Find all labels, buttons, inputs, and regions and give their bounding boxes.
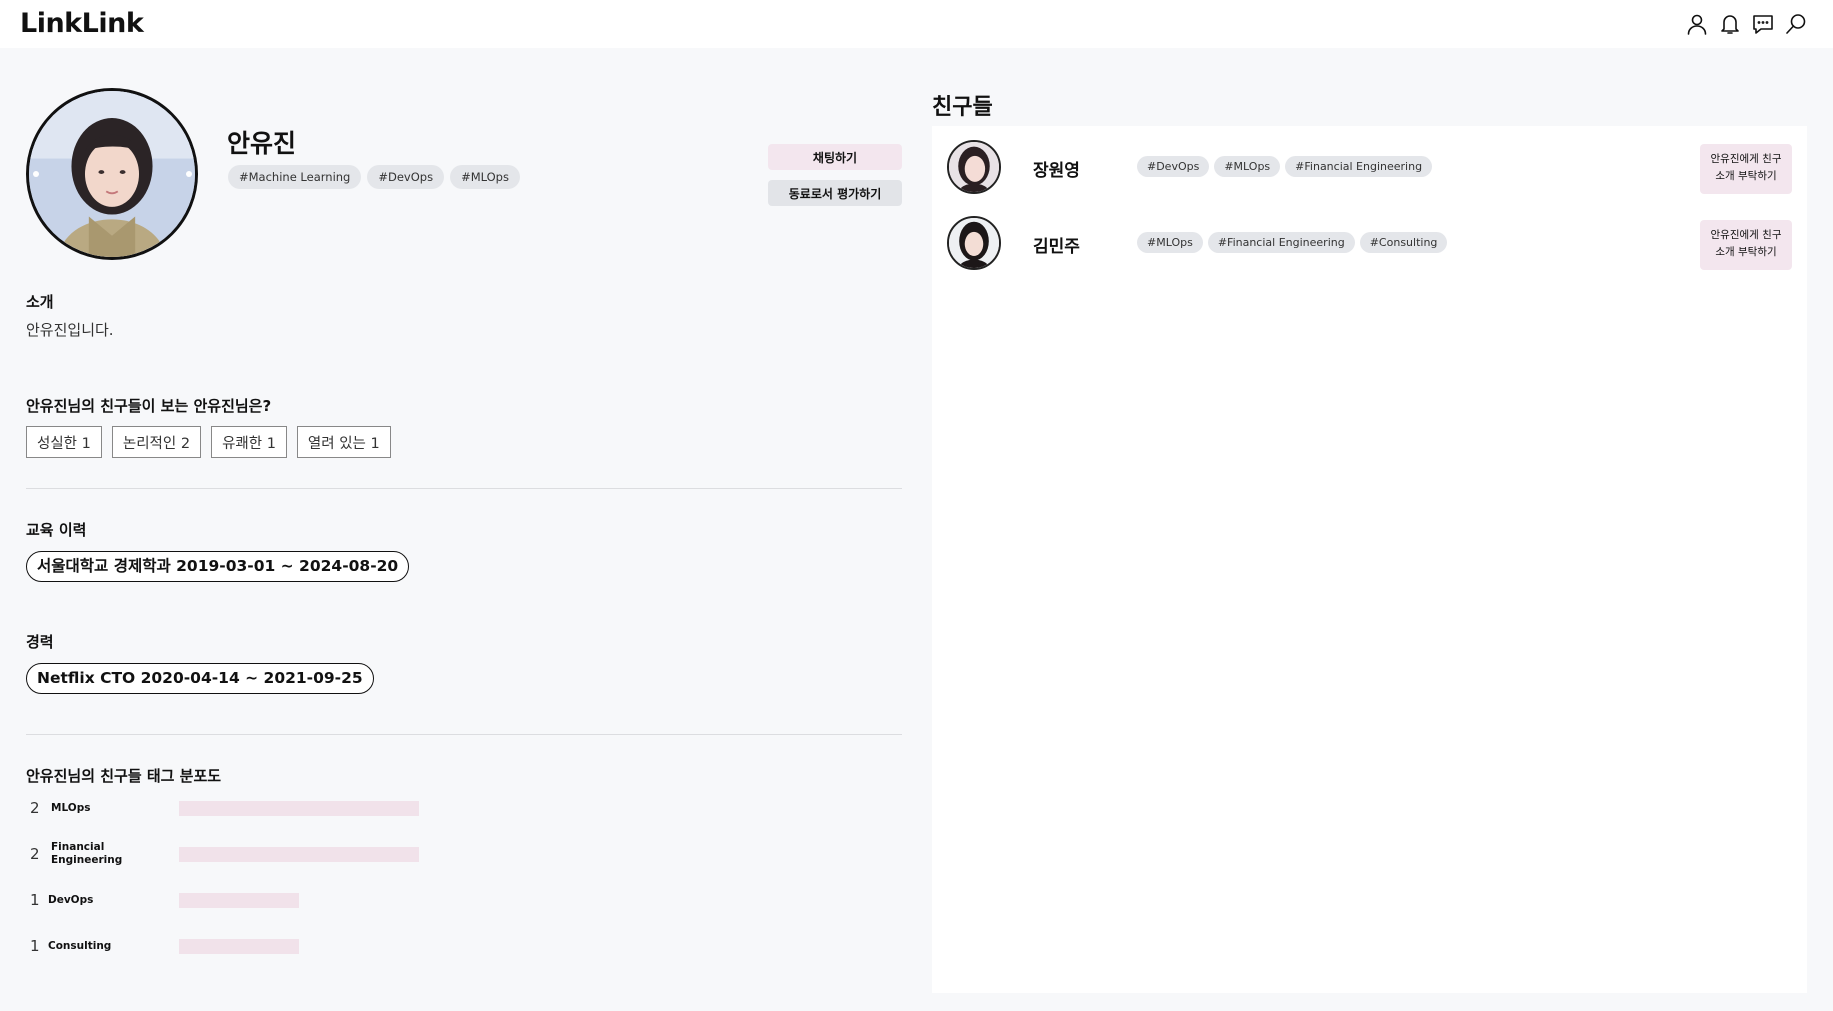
friend-avatar[interactable] (947, 140, 1001, 194)
traits-title: 안유진님의 친구들이 보는 안유진님은? (26, 397, 272, 415)
chat-button[interactable]: 채팅하기 (768, 144, 902, 170)
education-title: 교육 이력 (26, 521, 87, 539)
request-introduction-button[interactable]: 안유진에게 친구 소개 부탁하기 (1700, 144, 1792, 194)
evaluate-colleague-button[interactable]: 동료로서 평가하기 (768, 180, 902, 206)
friends-title: 친구들 (932, 95, 993, 120)
profile-tag[interactable]: #DevOps (367, 165, 445, 189)
divider (26, 734, 902, 735)
career-item: Netflix CTO 2020-04-14 ~ 2021-09-25 (26, 663, 374, 694)
distribution-label: Consulting (48, 940, 112, 952)
trait-chip: 열려 있는 1 (296, 426, 391, 458)
chat-icon[interactable] (1751, 12, 1775, 36)
education-item: 서울대학교 경제학과 2019-03-01 ~ 2024-08-20 (26, 551, 410, 582)
career-title: 경력 (26, 633, 54, 651)
distribution-count: 2 (30, 799, 40, 817)
distribution-label: MLOps (51, 802, 91, 814)
friends-list: 장원영 #DevOps #MLOps #Financial Engineerin… (932, 126, 1807, 993)
intro-text: 안유진입니다. (26, 321, 114, 339)
distribution-count: 2 (30, 845, 40, 863)
top-bar: LinkLink (0, 0, 1833, 48)
friend-name[interactable]: 장원영 (1033, 156, 1080, 181)
trait-chip: 유쾌한 1 (211, 426, 287, 458)
distribution-row: 1 Consulting (26, 930, 446, 962)
friend-name[interactable]: 김민주 (1033, 232, 1080, 257)
divider (26, 488, 902, 489)
distribution-label: DevOps (48, 894, 94, 906)
distribution-count: 1 (30, 937, 40, 955)
trait-chip: 논리적인 2 (111, 426, 202, 458)
avatar-decoration (186, 171, 192, 177)
friend-tag[interactable]: #MLOps (1137, 232, 1203, 253)
distribution-bar (179, 893, 299, 908)
friend-tags: #DevOps #MLOps #Financial Engineering (1137, 156, 1433, 177)
distribution-bar (179, 847, 419, 862)
friend-item[interactable]: 김민주 #MLOps #Financial Engineering #Consu… (932, 206, 1807, 276)
friend-tags: #MLOps #Financial Engineering #Consultin… (1137, 232, 1448, 253)
friends-section: 친구들 장원영 #DevOps #MLOps #Financial Engine… (932, 48, 1833, 1011)
logo[interactable]: LinkLink (20, 8, 144, 39)
friend-tag[interactable]: #Consulting (1359, 232, 1448, 253)
traits-list: 성실한 1 논리적인 2 유쾌한 1 열려 있는 1 (26, 426, 391, 458)
distribution-row: 1 DevOps (26, 884, 446, 916)
profile-tag[interactable]: #MLOps (450, 165, 520, 189)
bell-icon[interactable] (1718, 12, 1742, 36)
friend-tag[interactable]: #MLOps (1214, 156, 1281, 177)
tag-distribution-title: 안유진님의 친구들 태그 분포도 (26, 767, 222, 785)
profile-section: 안유진 #Machine Learning #DevOps #MLOps 채팅하… (26, 48, 902, 1011)
distribution-count: 1 (30, 891, 40, 909)
profile-name: 안유진 (227, 129, 297, 158)
friend-tag[interactable]: #Financial Engineering (1285, 156, 1433, 177)
friend-tag[interactable]: #Financial Engineering (1207, 232, 1355, 253)
distribution-row: 2 MLOps (26, 792, 446, 824)
trait-chip: 성실한 1 (26, 426, 102, 458)
profile-tag[interactable]: #Machine Learning (228, 165, 362, 189)
friend-avatar[interactable] (947, 216, 1001, 270)
request-introduction-button[interactable]: 안유진에게 친구 소개 부탁하기 (1700, 220, 1792, 270)
profile-avatar (26, 88, 198, 260)
distribution-bar (179, 801, 419, 816)
friend-tag[interactable]: #DevOps (1137, 156, 1210, 177)
friend-item[interactable]: 장원영 #DevOps #MLOps #Financial Engineerin… (932, 130, 1807, 200)
distribution-row: 2 Financial Engineering (26, 838, 446, 870)
intro-title: 소개 (26, 293, 54, 311)
user-icon[interactable] (1685, 12, 1709, 36)
search-icon[interactable] (1784, 12, 1808, 36)
profile-tags: #Machine Learning #DevOps #MLOps (228, 165, 520, 189)
avatar-decoration (33, 171, 39, 177)
distribution-label: Financial Engineering (51, 841, 123, 866)
distribution-bar (179, 939, 299, 954)
